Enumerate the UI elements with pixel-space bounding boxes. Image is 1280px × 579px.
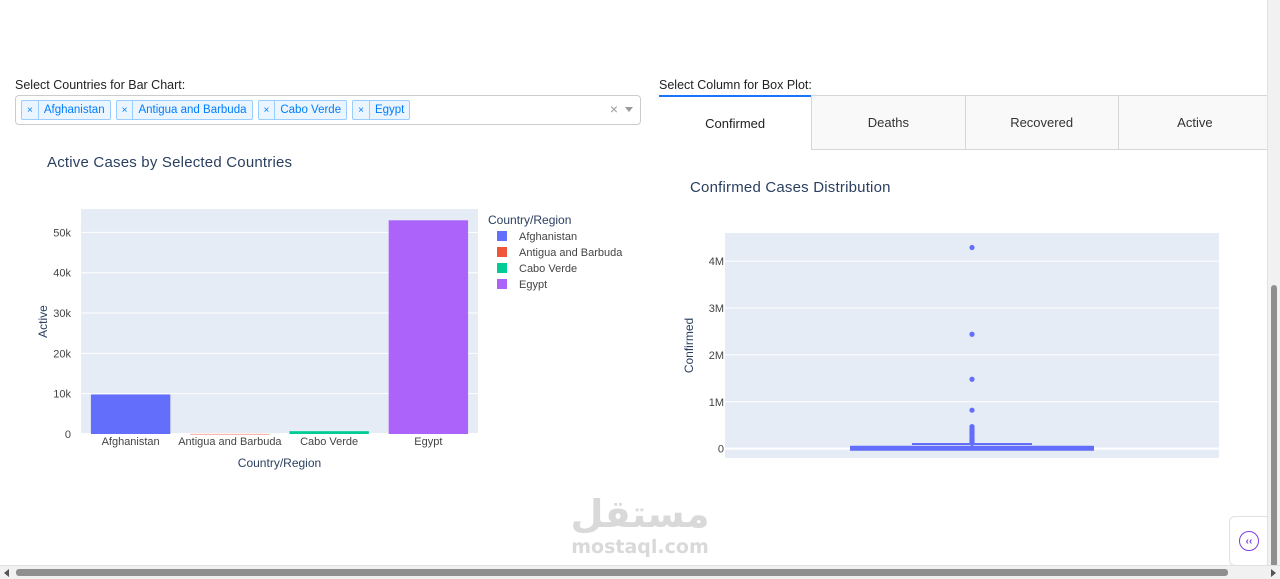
tab-recovered[interactable]: Recovered bbox=[964, 95, 1118, 150]
outlier-point bbox=[969, 331, 975, 337]
horizontal-scrollbar[interactable] bbox=[0, 565, 1280, 579]
chip-cabo-verde: × Cabo Verde bbox=[257, 100, 348, 120]
selected-chips: × Afghanistan × Antigua and Barbuda × Ca… bbox=[21, 100, 411, 120]
vertical-scroll-thumb[interactable] bbox=[1271, 285, 1277, 567]
outlier-point bbox=[969, 407, 975, 413]
y-tick-label: 4M bbox=[709, 256, 724, 268]
chip-afghanistan: × Afghanistan bbox=[21, 100, 111, 120]
box-selector-label: Select Column for Box Plot: bbox=[659, 78, 812, 92]
y-tick-label: 20k bbox=[53, 348, 71, 360]
watermark: مستقل mostaql.com bbox=[560, 492, 720, 558]
legend-swatch bbox=[497, 263, 507, 273]
legend: Country/Region Afghanistan Antigua and Ba… bbox=[488, 213, 623, 291]
remove-chip-button[interactable]: × bbox=[22, 101, 39, 119]
legend-title: Country/Region bbox=[488, 213, 571, 227]
outlier-point bbox=[969, 440, 975, 446]
y-tick-labels: 0 10k 20k 30k 40k 50k bbox=[53, 227, 71, 441]
legend-swatch bbox=[497, 279, 507, 289]
watermark-arabic: مستقل bbox=[570, 492, 710, 536]
y-tick-label: 2M bbox=[709, 350, 724, 362]
y-axis-label: Active bbox=[36, 305, 50, 338]
remove-chip-button[interactable]: × bbox=[117, 101, 134, 119]
bar-selector-label: Select Countries for Bar Chart: bbox=[15, 78, 186, 92]
x-axis-label: Country/Region bbox=[238, 456, 321, 470]
y-tick-label: 0 bbox=[65, 429, 71, 441]
tab-deaths[interactable]: Deaths bbox=[811, 95, 965, 150]
bar-chart: 0 10k 20k 30k 40k 50k Afghanistan Antigua and … bbox=[36, 209, 623, 470]
scroll-left-icon[interactable] bbox=[4, 569, 9, 577]
bar-cabo-verde bbox=[289, 431, 369, 434]
y-tick-labels: 0 1M 2M 3M 4M bbox=[709, 256, 724, 456]
legend-item: Egypt bbox=[519, 279, 547, 291]
watermark-latin: mostaql.com bbox=[571, 536, 709, 558]
y-axis-label: Confirmed bbox=[682, 318, 696, 373]
chip-label: Antigua and Barbuda bbox=[138, 104, 247, 116]
chip-label: Cabo Verde bbox=[280, 104, 342, 116]
remove-chip-button[interactable]: × bbox=[259, 101, 276, 119]
scroll-right-icon[interactable] bbox=[1271, 569, 1276, 577]
y-tick-label: 3M bbox=[709, 303, 724, 315]
chip-label: Afghanistan bbox=[43, 104, 105, 116]
bar-afghanistan bbox=[90, 394, 171, 434]
column-tabs: Confirmed Deaths Recovered Active bbox=[659, 95, 1271, 150]
outlier-point bbox=[969, 376, 975, 382]
collapse-icon: ‹‹ bbox=[1239, 531, 1259, 551]
tab-active[interactable]: Active bbox=[1117, 95, 1271, 150]
box-chart: 0 1M 2M 3M 4M Confirmed bbox=[682, 233, 1219, 458]
legend-swatch bbox=[497, 231, 507, 241]
legend-item: Antigua and Barbuda bbox=[519, 247, 623, 259]
tab-confirmed[interactable]: Confirmed bbox=[659, 95, 812, 150]
y-tick-label: 30k bbox=[53, 308, 71, 320]
y-tick-label: 40k bbox=[53, 268, 71, 280]
bar-antigua-and-barbuda bbox=[190, 433, 270, 435]
legend-swatch bbox=[497, 247, 507, 257]
x-tick-label: Egypt bbox=[414, 436, 442, 448]
horizontal-scroll-thumb[interactable] bbox=[16, 569, 1228, 576]
box-chart-title: Confirmed Cases Distribution bbox=[690, 179, 891, 196]
x-tick-label: Cabo Verde bbox=[300, 436, 358, 448]
outlier-point bbox=[969, 244, 975, 251]
legend-item: Afghanistan bbox=[519, 231, 577, 243]
y-tick-label: 0 bbox=[718, 444, 724, 456]
y-tick-label: 1M bbox=[709, 397, 724, 409]
chip-label: Egypt bbox=[374, 104, 405, 116]
y-tick-label: 10k bbox=[53, 389, 71, 401]
chip-antigua: × Antigua and Barbuda bbox=[115, 100, 253, 120]
country-multiselect[interactable]: × Afghanistan × Antigua and Barbuda × Ca… bbox=[15, 95, 641, 125]
devtools-toggle-button[interactable]: ‹‹ bbox=[1229, 516, 1269, 566]
chip-egypt: × Egypt bbox=[352, 100, 411, 120]
remove-chip-button[interactable]: × bbox=[353, 101, 370, 119]
clear-all-icon[interactable]: × bbox=[610, 101, 618, 117]
legend-item: Cabo Verde bbox=[519, 263, 577, 275]
bar-egypt bbox=[388, 220, 469, 434]
vertical-scrollbar[interactable] bbox=[1267, 0, 1280, 567]
bar-chart-title: Active Cases by Selected Countries bbox=[47, 154, 293, 171]
x-tick-label: Antigua and Barbuda bbox=[178, 436, 282, 448]
x-tick-label: Afghanistan bbox=[102, 436, 160, 448]
chevron-down-icon[interactable] bbox=[625, 107, 633, 112]
y-tick-label: 50k bbox=[53, 227, 71, 239]
x-tick-labels: Afghanistan Antigua and Barbuda Cabo Verde… bbox=[102, 436, 443, 448]
